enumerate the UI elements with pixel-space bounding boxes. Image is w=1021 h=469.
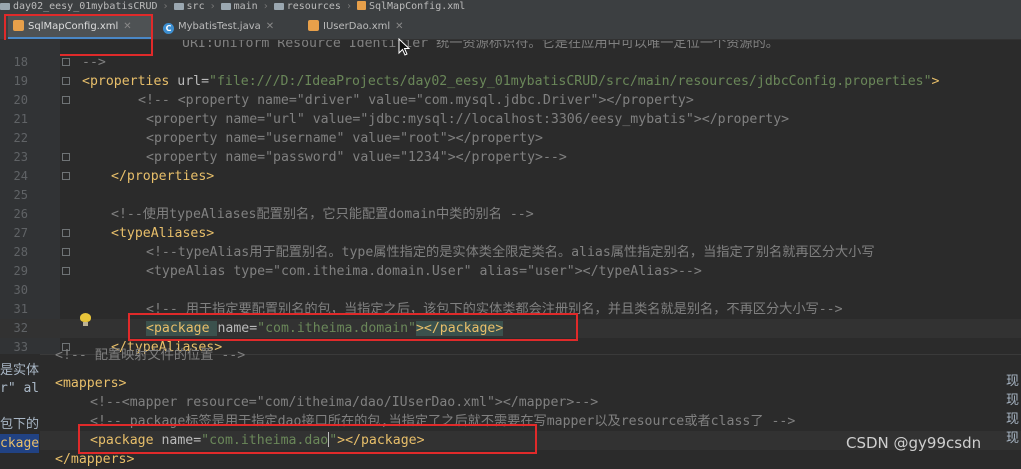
breadcrumb: day02_eesy_01mybatisCRUD › src › main › resour… bbox=[0, 0, 1021, 14]
close-icon[interactable]: ✕ bbox=[395, 21, 403, 32]
xml-file-icon bbox=[356, 1, 366, 10]
code-line: 20 <!-- <property name="driver" value="co… bbox=[13, 93, 694, 108]
tab-iuserdao[interactable]: IUserDao.xml ✕ bbox=[303, 14, 418, 39]
breadcrumb-project[interactable]: day02_eesy_01mybatisCRUD bbox=[0, 0, 158, 14]
highlight-box-domain-package bbox=[128, 313, 578, 341]
mouse-cursor-icon bbox=[398, 38, 410, 56]
breadcrumb-src[interactable]: src bbox=[173, 0, 205, 14]
background-editor-fragment: 是实体 r" al 包下的 ckage bbox=[0, 354, 40, 466]
tab-mybatistest[interactable]: C MybatisTest.java ✕ bbox=[158, 14, 303, 39]
code-line: URI:Uniform Resource Identifier 统一资源标识符。… bbox=[182, 40, 779, 51]
code-line: <mappers> bbox=[55, 376, 127, 391]
code-editor[interactable]: URI:Uniform Resource Identifier 统一资源标识符。… bbox=[0, 40, 1021, 354]
code-line: 30 bbox=[13, 283, 28, 297]
fold-icon[interactable] bbox=[62, 267, 70, 275]
code-line: 29 <typeAlias type="com.itheima.domain.Us… bbox=[13, 264, 702, 279]
folder-icon bbox=[220, 3, 231, 10]
chevron-right-icon: › bbox=[262, 1, 269, 12]
code-line: <!-- 配置映射文件的位置 --> bbox=[55, 348, 246, 363]
chevron-right-icon: › bbox=[162, 1, 169, 12]
code-line: 21 <property name="url" value="jdbc:mysql… bbox=[13, 112, 790, 127]
folder-icon bbox=[173, 3, 184, 10]
class-file-icon: C bbox=[163, 23, 174, 34]
breadcrumb-main[interactable]: main bbox=[220, 0, 258, 14]
fold-icon[interactable] bbox=[62, 58, 70, 66]
watermark: CSDN @gy99csdn bbox=[846, 434, 982, 452]
fold-icon[interactable] bbox=[62, 229, 70, 237]
fold-icon[interactable] bbox=[62, 248, 70, 256]
code-line: 23 <property name="password" value="1234"… bbox=[13, 150, 567, 165]
folder-icon bbox=[273, 3, 284, 10]
close-icon[interactable]: ✕ bbox=[266, 21, 274, 32]
chevron-right-icon: › bbox=[209, 1, 216, 12]
highlight-box-dao-package bbox=[78, 424, 537, 454]
fold-icon[interactable] bbox=[62, 77, 70, 85]
folder-icon bbox=[0, 3, 10, 10]
code-line: 24 </properties> bbox=[13, 169, 215, 184]
code-line: 25 bbox=[13, 188, 28, 202]
editor-tab-bar: SqlMapConfig.xml ✕ C MybatisTest.java ✕ IUs… bbox=[0, 14, 1021, 40]
breadcrumb-resources[interactable]: resources bbox=[273, 0, 341, 14]
code-line: 18 --> bbox=[13, 55, 106, 70]
code-line: 26 <!--使用typeAliases配置别名，它只能配置domain中类的别名… bbox=[13, 207, 534, 222]
fold-icon[interactable] bbox=[62, 153, 70, 161]
code-line: 27 <typeAliases> bbox=[13, 226, 215, 241]
code-line: 22 <property name="username" value="root"… bbox=[13, 131, 543, 146]
xml-file-icon bbox=[308, 20, 319, 31]
chevron-right-icon: › bbox=[345, 1, 352, 12]
lightbulb-icon[interactable] bbox=[80, 313, 91, 326]
code-line: <!--<mapper resource="com/itheima/dao/IU… bbox=[90, 395, 599, 410]
fold-icon[interactable] bbox=[62, 172, 70, 180]
breadcrumb-file[interactable]: SqlMapConfig.xml bbox=[356, 0, 465, 14]
code-line: 28 <!--typeAlias用于配置别名。type属性指定的是实体类全限定类名… bbox=[13, 245, 875, 260]
fold-icon[interactable] bbox=[62, 96, 70, 104]
code-line: 19 <properties url="file:///D:/IdeaProjec… bbox=[13, 74, 940, 89]
